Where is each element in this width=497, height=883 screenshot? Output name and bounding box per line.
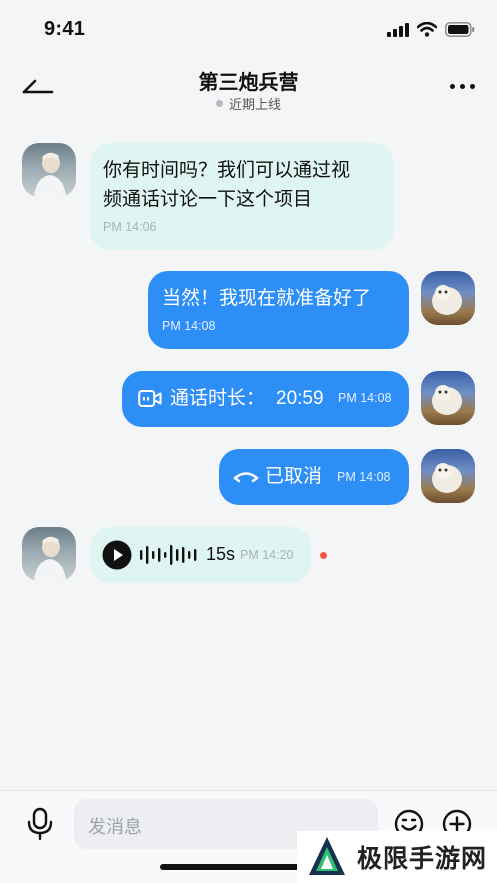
- more-icon[interactable]: [450, 84, 475, 89]
- call-duration-value: 20:59: [276, 388, 324, 409]
- watermark: 极限手游网: [297, 831, 497, 883]
- watermark-text: 极限手游网: [357, 845, 488, 873]
- page-title: 第三炮兵营: [198, 72, 299, 94]
- contact-avatar[interactable]: [22, 527, 76, 581]
- my-avatar[interactable]: [421, 449, 475, 503]
- presence-label: 近期上线: [228, 97, 281, 112]
- mic-icon[interactable]: [26, 807, 54, 841]
- voice-duration: 15s: [206, 544, 236, 564]
- call-status-text: 已取消: [265, 466, 323, 487]
- video-call-record[interactable]: 通话时长： 20:59 PM 14:08: [122, 371, 409, 427]
- person-avatar-image: [34, 536, 66, 581]
- unread-indicator: [320, 552, 327, 559]
- message-text-line: 频通话讨论一下这个项目: [103, 189, 313, 210]
- wifi-icon: [417, 22, 437, 37]
- message-time: PM 14:08: [337, 470, 391, 484]
- battery-icon: [445, 22, 475, 37]
- watermark-logo-icon: [309, 837, 345, 875]
- cancelled-call-record[interactable]: 已取消 PM 14:08: [219, 449, 409, 505]
- message-text-line: 你有时间吗？我们可以通过视: [103, 160, 351, 181]
- dog-avatar-image: [432, 385, 462, 415]
- person-avatar-image: [34, 152, 66, 197]
- hangup-icon: [233, 472, 259, 483]
- message-time: PM 14:20: [240, 548, 294, 562]
- status-time: 9:41: [44, 18, 86, 40]
- play-icon[interactable]: [102, 540, 132, 570]
- my-avatar[interactable]: [421, 271, 475, 325]
- input-placeholder: 发消息: [88, 817, 142, 837]
- status-icons: [387, 22, 475, 37]
- presence-dot: [215, 100, 223, 107]
- dog-avatar-image: [432, 463, 462, 493]
- voice-message-bubble[interactable]: 15s PM 14:20: [90, 527, 311, 583]
- my-avatar[interactable]: [421, 371, 475, 425]
- presence-status: 近期上线: [0, 94, 497, 113]
- call-duration-label: 通话时长：: [170, 388, 266, 409]
- video-call-icon: [138, 390, 162, 407]
- message-time: PM 14:08: [162, 319, 216, 333]
- message-bubble-outgoing[interactable]: 当然！我现在就准备好了 PM 14:08: [148, 271, 409, 349]
- chat-header: 第三炮兵营 近期上线: [0, 58, 497, 118]
- message-text: 当然！我现在就准备好了: [162, 288, 372, 309]
- message-bubble-incoming[interactable]: 你有时间吗？我们可以通过视 频通话讨论一下这个项目 PM 14:06: [90, 143, 394, 250]
- message-time: PM 14:06: [103, 220, 157, 234]
- status-bar: 9:41: [0, 0, 497, 58]
- message-time: PM 14:08: [338, 391, 392, 405]
- waveform-icon: [140, 545, 197, 565]
- contact-avatar[interactable]: [22, 143, 76, 197]
- dog-avatar-image: [432, 285, 462, 315]
- signal-icon: [387, 22, 409, 37]
